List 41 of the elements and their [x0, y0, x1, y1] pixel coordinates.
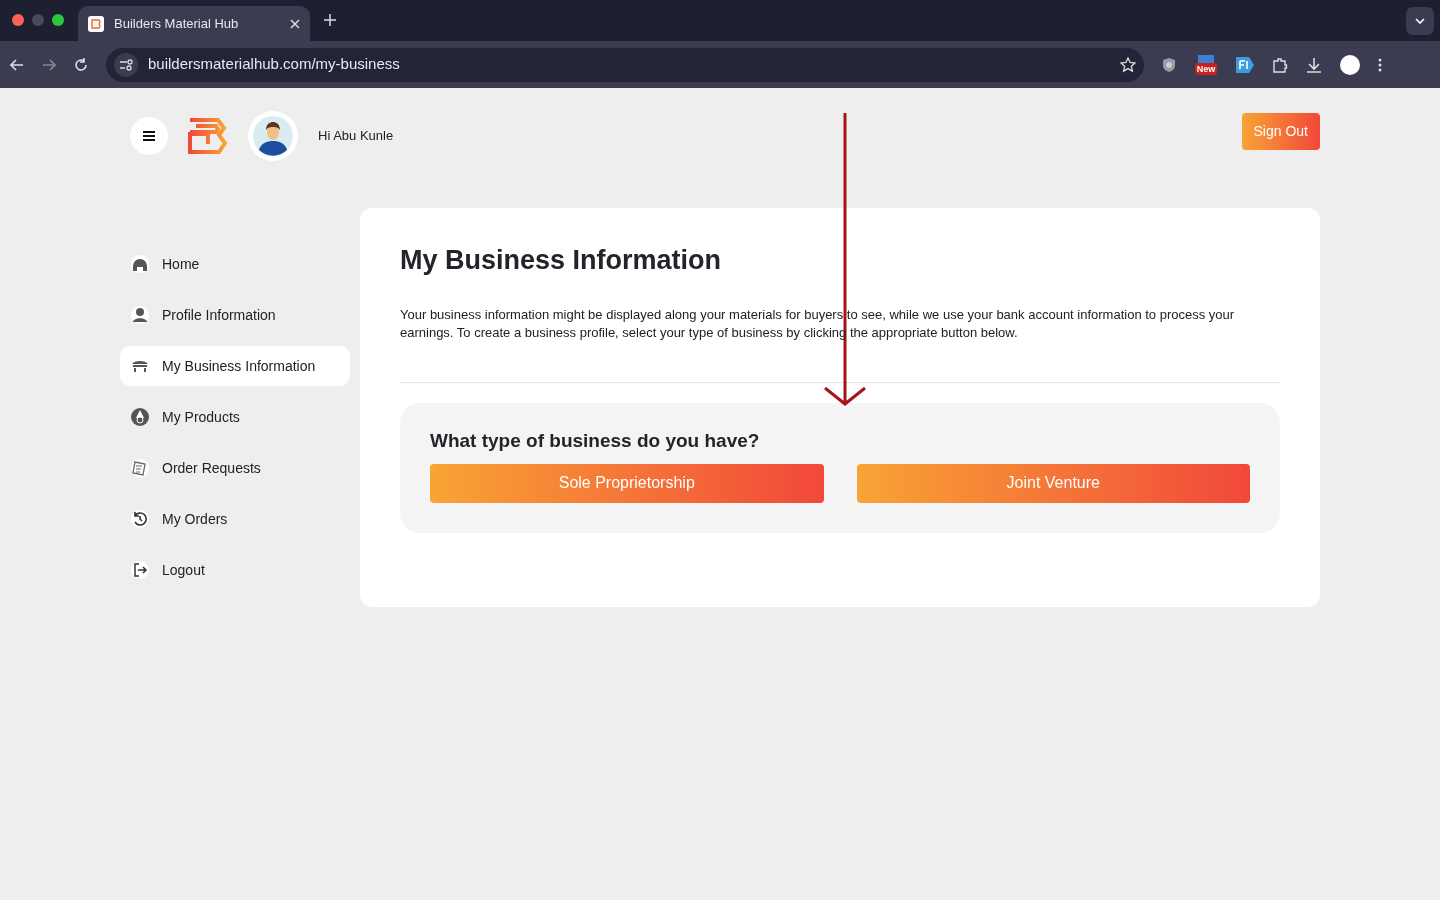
logout-icon [130, 560, 150, 580]
puzzle-icon[interactable] [1272, 56, 1288, 73]
maximize-window-icon[interactable] [52, 14, 64, 26]
history-icon [130, 509, 150, 529]
new-tab-icon[interactable] [324, 14, 336, 26]
profile-avatar-icon[interactable] [1340, 54, 1360, 75]
address-bar[interactable]: buildersmaterialhub.com/my-business [106, 47, 1144, 82]
star-icon[interactable] [1120, 56, 1136, 73]
forward-icon[interactable] [42, 58, 56, 71]
close-window-icon[interactable] [12, 14, 24, 26]
download-icon[interactable] [1306, 56, 1322, 73]
tab-title: Builders Material Hub [114, 14, 240, 33]
sidebar-item[interactable]: Home [120, 244, 350, 284]
products-icon [130, 407, 150, 427]
sidebar-item[interactable]: Logout [120, 550, 350, 590]
question-text: What type of business do you have? [430, 429, 761, 454]
back-icon[interactable] [10, 58, 24, 71]
sidebar-item[interactable]: Profile Information [120, 295, 350, 335]
sidebar-item[interactable]: Order Requests [120, 448, 350, 488]
greeting-text: Hi Abu Kunle [318, 127, 394, 146]
reload-icon[interactable] [74, 57, 88, 72]
sidebar-item[interactable]: My Orders [120, 499, 350, 539]
sidebar-item[interactable]: My Products [120, 397, 350, 437]
shield-icon[interactable] [1162, 56, 1176, 73]
site-settings-icon[interactable] [114, 52, 138, 77]
favicon-icon [88, 15, 104, 32]
logo-icon [188, 118, 228, 154]
browser-tab[interactable]: Builders Material Hub [78, 6, 310, 41]
chevron-down-icon [1415, 18, 1425, 24]
person-icon [130, 305, 150, 325]
close-icon[interactable] [290, 18, 300, 29]
home-icon [130, 254, 150, 274]
page-title: My Business Information [400, 244, 723, 277]
sidebar-item[interactable]: My Business Information [120, 346, 350, 386]
extension-icon[interactable] [1236, 56, 1254, 73]
menu-icon [143, 131, 155, 141]
menu-button[interactable] [130, 117, 168, 155]
list-icon [130, 458, 150, 478]
tab-list-button[interactable] [1406, 7, 1434, 35]
url-text: buildersmaterialhub.com/my-business [148, 54, 401, 75]
menu-icon[interactable] [1378, 57, 1382, 72]
